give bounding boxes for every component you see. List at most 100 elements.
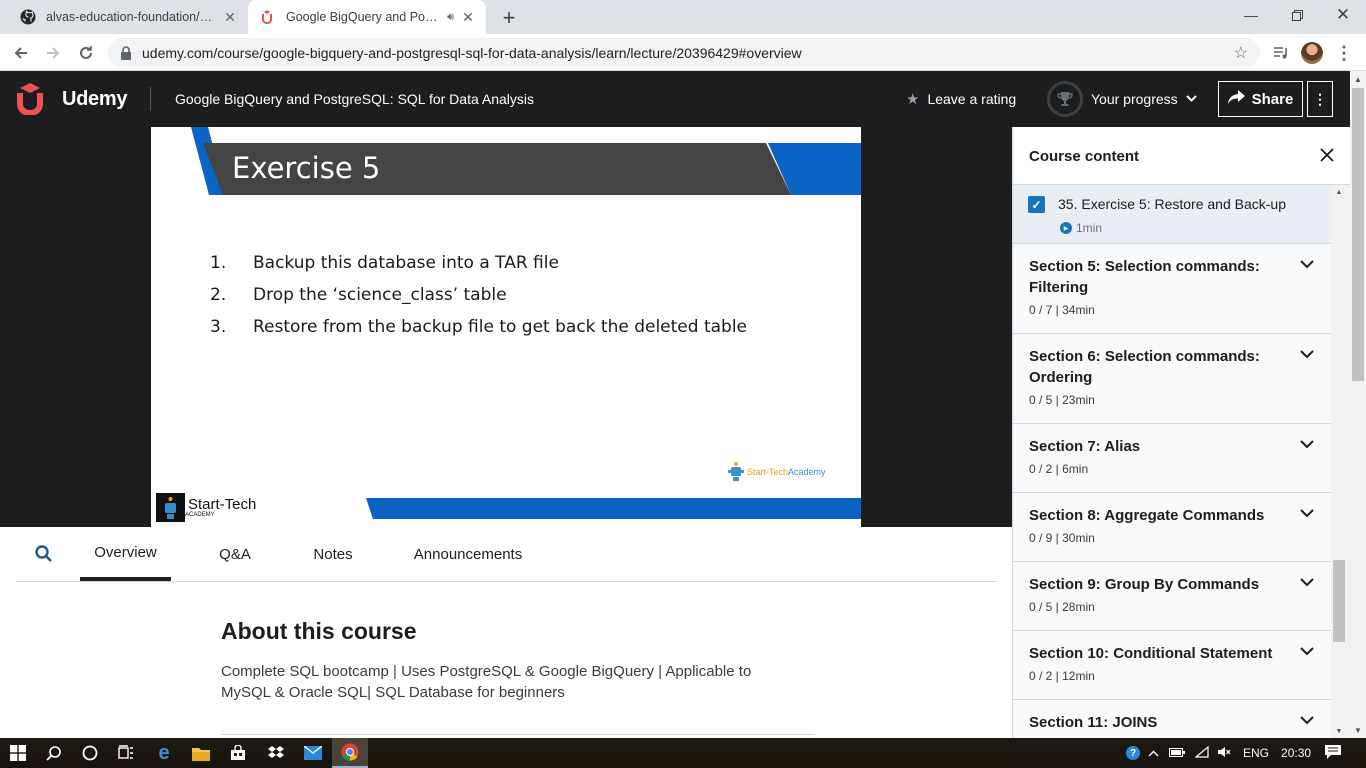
chevron-up-icon[interactable]: [1148, 746, 1159, 760]
divider: [221, 734, 815, 735]
leave-rating-label: Leave a rating: [927, 91, 1017, 107]
chevron-down-icon[interactable]: [1297, 346, 1317, 362]
list-text: Restore from the backup file to get back…: [253, 317, 748, 337]
close-icon[interactable]: ✕: [222, 9, 238, 25]
section-meta: 0 / 9 | 30min: [1029, 531, 1095, 545]
section-item[interactable]: Section 11: JOINS: [1013, 700, 1331, 738]
tab-title: alvas-education-foundation/Sour: [46, 10, 216, 24]
wifi-icon[interactable]: [1194, 745, 1209, 761]
share-button[interactable]: Share: [1218, 81, 1303, 117]
tab-qa[interactable]: Q&A: [202, 527, 268, 581]
udemy-logo-icon: [17, 83, 43, 115]
star-icon: ★: [906, 91, 920, 108]
chrome-icon[interactable]: [332, 738, 368, 768]
media-control-icon[interactable]: [1268, 40, 1294, 66]
tab-announcements[interactable]: Announcements: [402, 527, 534, 581]
url-text: udemy.com/course/google-bigquery-and-pos…: [142, 44, 802, 61]
sidebar-scrollbar[interactable]: ▲ ▼: [1331, 185, 1350, 738]
file-explorer-icon[interactable]: [183, 738, 219, 768]
play-icon: ▶: [1060, 222, 1072, 234]
list-item: 2. Drop the ‘science_class’ table: [210, 279, 747, 311]
browser-tab-udemy[interactable]: Google BigQuery and Postgr 🔊︎ ✕: [248, 0, 486, 34]
share-label: Share: [1251, 90, 1294, 108]
page-scrollbar[interactable]: ▲ ▼: [1350, 71, 1366, 738]
restore-icon[interactable]: [1274, 0, 1320, 30]
checkbox-checked-icon[interactable]: ✓: [1028, 196, 1045, 213]
section-item[interactable]: Section 8: Aggregate Commands 0 / 9 | 30…: [1013, 493, 1331, 562]
back-icon[interactable]: [8, 40, 34, 66]
chevron-down-icon[interactable]: [1297, 643, 1317, 659]
task-view-icon[interactable]: [108, 738, 144, 768]
language-indicator[interactable]: ENG: [1243, 746, 1269, 760]
udemy-logo[interactable]: Udemy: [16, 83, 128, 115]
system-tray: ? ENG 20:30: [1126, 738, 1342, 768]
edge-icon[interactable]: e: [146, 738, 182, 768]
scroll-down-icon[interactable]: ▼: [1331, 724, 1347, 738]
list-number: 2.: [210, 285, 227, 305]
minimize-icon[interactable]: —: [1228, 0, 1274, 30]
trophy-icon: [1047, 81, 1083, 117]
scroll-up-icon[interactable]: ▲: [1331, 185, 1347, 199]
bookmark-star-icon[interactable]: ☆: [1234, 43, 1248, 63]
cortana-icon[interactable]: [72, 738, 108, 768]
udemy-favicon-icon: [260, 9, 276, 25]
scrollbar-thumb[interactable]: [1333, 560, 1345, 642]
close-icon[interactable]: ✕: [460, 9, 476, 25]
dropbox-icon[interactable]: [258, 738, 294, 768]
clock[interactable]: 20:30: [1281, 746, 1311, 760]
course-content-sidebar: Course content ✓ 35. Exercise 5: Restore…: [1012, 127, 1350, 738]
chevron-down-icon[interactable]: [1297, 256, 1317, 272]
scroll-up-icon[interactable]: ▲: [1350, 71, 1366, 87]
your-progress-button[interactable]: Your progress: [1047, 81, 1197, 117]
course-title[interactable]: Google BigQuery and PostgreSQL: SQL for …: [175, 91, 534, 107]
video-player[interactable]: Exercise 5 1. Backup this database into a…: [0, 127, 1012, 527]
new-tab-button[interactable]: +: [496, 5, 522, 31]
more-options-icon[interactable]: ⋮: [1307, 81, 1333, 117]
browser-tab-github[interactable]: alvas-education-foundation/Sour ✕: [8, 0, 248, 34]
tab-overview[interactable]: Overview: [80, 527, 171, 581]
leave-rating-button[interactable]: ★ Leave a rating: [906, 90, 1016, 108]
chevron-down-icon[interactable]: [1297, 574, 1317, 590]
section-title: Section 5: Selection commands: Filtering: [1029, 258, 1260, 296]
chevron-down-icon[interactable]: [1297, 436, 1317, 452]
section-item[interactable]: Section 7: Alias 0 / 2 | 6min: [1013, 424, 1331, 493]
lock-icon[interactable]: [120, 45, 134, 60]
chevron-down-icon[interactable]: [1297, 712, 1317, 728]
reload-icon[interactable]: [73, 40, 99, 66]
profile-avatar[interactable]: [1299, 40, 1325, 66]
battery-icon[interactable]: [1169, 746, 1185, 760]
browser-menu-icon[interactable]: ⋮: [1331, 40, 1357, 66]
speaker-icon[interactable]: 🔊︎: [447, 11, 454, 24]
window-close-icon[interactable]: ✕: [1320, 0, 1366, 30]
about-heading: About this course: [221, 618, 417, 644]
tab-notes[interactable]: Notes: [300, 527, 366, 581]
content-tabs: Overview Q&A Notes Announcements: [16, 527, 997, 582]
current-lecture-item[interactable]: ✓ 35. Exercise 5: Restore and Back-up ▶ …: [1013, 185, 1331, 244]
help-icon[interactable]: ?: [1126, 746, 1140, 760]
store-icon[interactable]: [220, 738, 256, 768]
start-tech-logo-icon: [156, 493, 185, 522]
mail-icon[interactable]: [295, 738, 331, 768]
section-title: Section 9: Group By Commands: [1029, 576, 1260, 593]
section-item[interactable]: Section 6: Selection commands: Ordering …: [1013, 334, 1331, 424]
search-icon[interactable]: [34, 544, 54, 564]
chevron-down-icon[interactable]: [1297, 505, 1317, 521]
windows-start-icon[interactable]: [0, 738, 36, 768]
your-progress-label: Your progress: [1091, 91, 1178, 107]
robot-icon: [728, 462, 744, 481]
section-item[interactable]: Section 9: Group By Commands 0 / 5 | 28m…: [1013, 562, 1331, 631]
slide-title: Exercise 5: [232, 151, 381, 185]
address-bar[interactable]: udemy.com/course/google-bigquery-and-pos…: [108, 38, 1260, 67]
scroll-down-icon[interactable]: ▼: [1350, 722, 1366, 738]
search-icon[interactable]: [36, 738, 72, 768]
watermark-text-a: Start-Tech: [747, 467, 789, 477]
speaker-muted-icon[interactable]: [1217, 746, 1231, 761]
section-item[interactable]: Section 5: Selection commands: Filtering…: [1013, 244, 1331, 334]
section-item[interactable]: Section 10: Conditional Statement 0 / 2 …: [1013, 631, 1331, 700]
brand-name: Start-Tech: [188, 496, 257, 513]
scrollbar-thumb[interactable]: [1352, 88, 1364, 381]
notifications-icon[interactable]: [1325, 744, 1342, 762]
close-icon[interactable]: [1315, 143, 1339, 167]
forward-icon[interactable]: [40, 40, 66, 66]
lecture-duration: ▶ 1min: [1060, 221, 1102, 235]
